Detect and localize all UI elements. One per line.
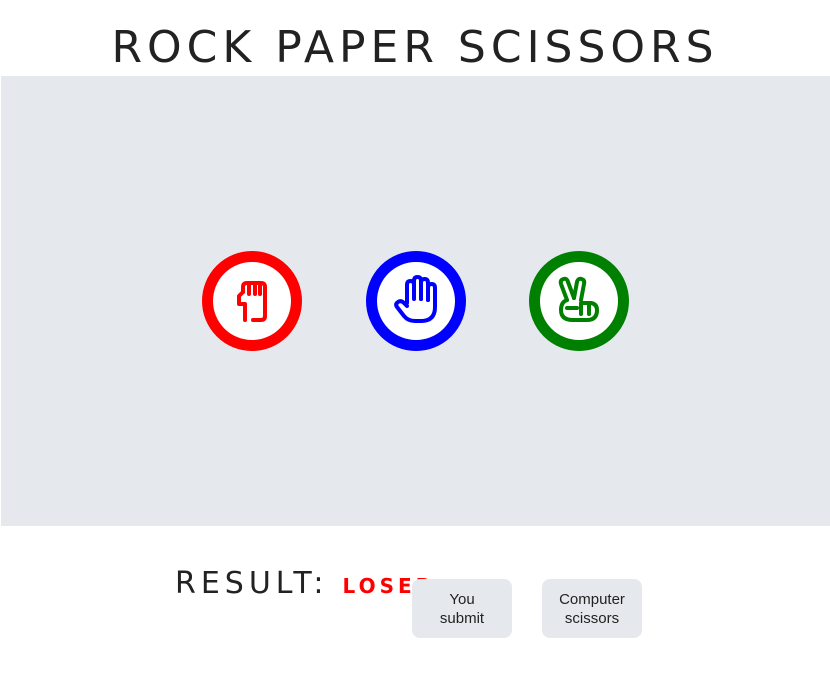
rock-button[interactable] [202, 251, 302, 351]
computer-label: Computer [559, 591, 625, 608]
open-hand-icon [394, 275, 437, 323]
victory-hand-icon [558, 276, 599, 322]
computer-choice: scissors [564, 610, 620, 627]
scissors-button[interactable] [529, 251, 629, 351]
paper-button[interactable] [366, 251, 466, 351]
player-label: You [449, 591, 475, 608]
player-choice: submit [439, 610, 485, 627]
computer-choice-badge: Computer scissors [542, 579, 642, 638]
game-board [1, 76, 830, 526]
result-label: RESULT: [175, 566, 329, 601]
result-display: RESULT: LOSER [175, 566, 435, 601]
game-title: ROCK PAPER SCISSORS [111, 22, 719, 73]
fist-icon [237, 281, 267, 322]
player-choice-badge: You submit [412, 579, 512, 638]
